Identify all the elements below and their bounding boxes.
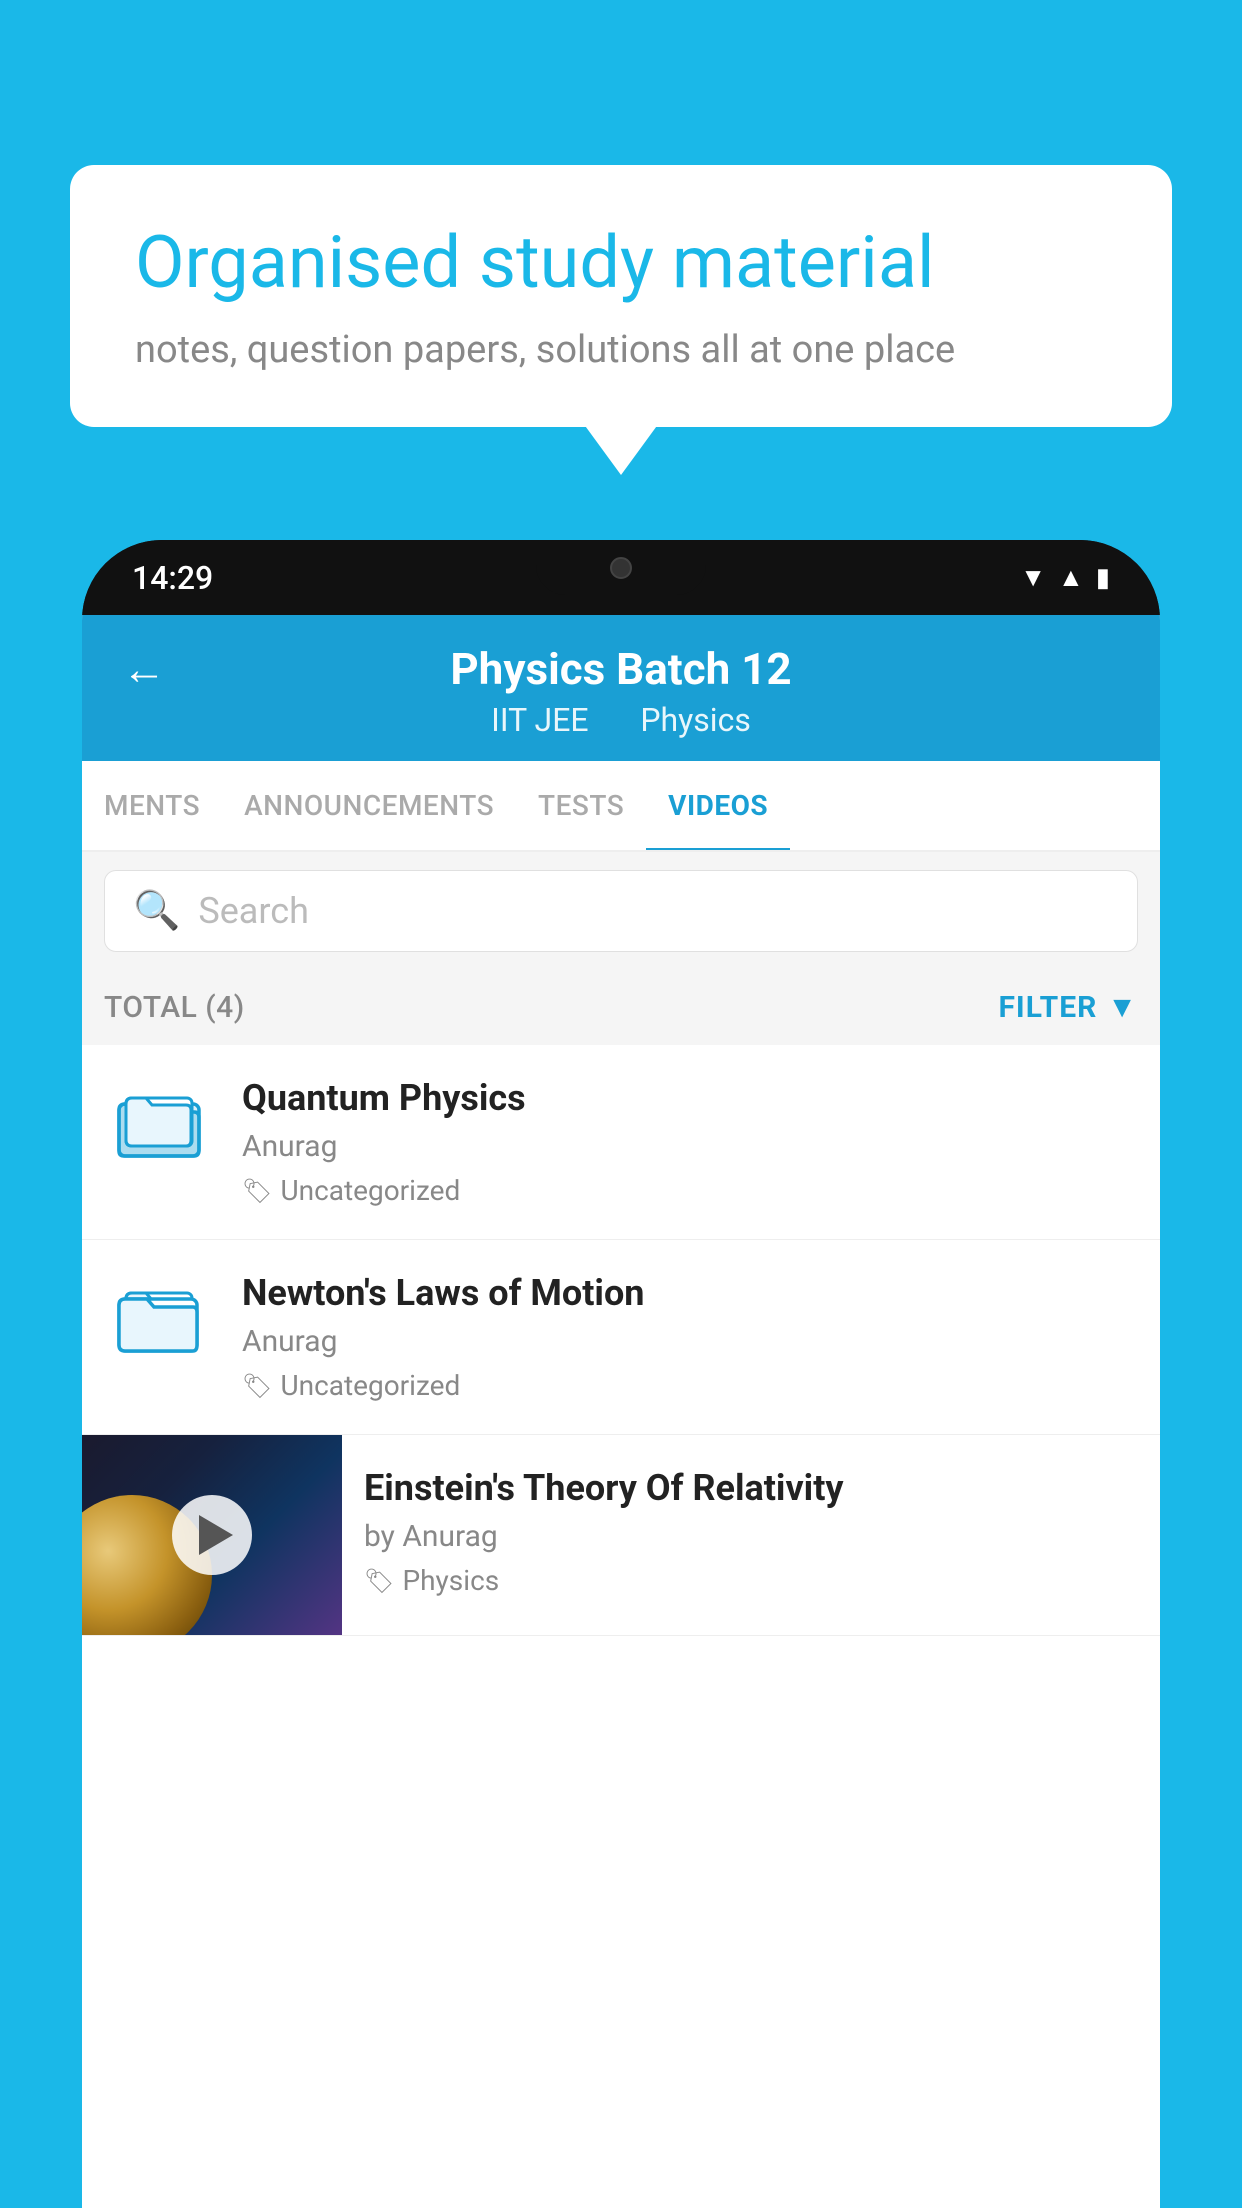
item-author: Anurag [242, 1129, 1138, 1164]
item-info: Quantum Physics Anurag 🏷 Uncategorized [242, 1077, 1138, 1207]
item-tag: 🏷 Uncategorized [242, 1369, 1138, 1402]
speech-bubble-title: Organised study material [135, 220, 1107, 306]
item-tag: 🏷 Uncategorized [242, 1174, 1138, 1207]
phone-status-icons: ▼ ▲ ▮ [1020, 562, 1110, 593]
search-icon: 🔍 [133, 889, 180, 933]
item-title: Quantum Physics [242, 1077, 1138, 1119]
filter-icon: ▼ [1107, 990, 1138, 1025]
batch-title: Physics Batch 12 [450, 643, 791, 695]
header-row: ← Physics Batch 12 [122, 643, 1120, 695]
item-thumbnail [104, 1272, 214, 1362]
speech-bubble-container: Organised study material notes, question… [70, 165, 1172, 427]
item-info: Einstein's Theory Of Relativity by Anura… [342, 1435, 1160, 1629]
speech-bubble-subtitle: notes, question papers, solutions all at… [135, 328, 1107, 372]
play-button[interactable] [172, 1495, 252, 1575]
tag-icon: 🏷 [242, 1177, 272, 1205]
tag-label: Uncategorized [280, 1174, 460, 1207]
phone-time: 14:29 [132, 559, 213, 597]
total-count: TOTAL (4) [104, 990, 245, 1025]
folder-icon [114, 1277, 204, 1357]
item-thumbnail [104, 1077, 214, 1167]
tab-tests[interactable]: TESTS [516, 761, 646, 850]
phone-frame: 14:29 ▼ ▲ ▮ ← Physics Batch 12 IIT JEE P… [82, 540, 1160, 2208]
phone-screen: ← Physics Batch 12 IIT JEE Physics MENTS… [82, 615, 1160, 2208]
item-title: Newton's Laws of Motion [242, 1272, 1138, 1314]
tab-announcements[interactable]: ANNOUNCEMENTS [222, 761, 516, 850]
signal-icon: ▲ [1058, 562, 1084, 593]
tabs-container: MENTS ANNOUNCEMENTS TESTS VIDEOS [82, 761, 1160, 852]
phone-notch [536, 540, 706, 595]
wifi-icon: ▼ [1020, 562, 1046, 593]
filter-label: FILTER [998, 990, 1097, 1025]
app-header: ← Physics Batch 12 IIT JEE Physics [82, 615, 1160, 761]
tag-label: Physics [402, 1564, 499, 1597]
tag-label: Uncategorized [280, 1369, 460, 1402]
tab-videos[interactable]: VIDEOS [646, 761, 790, 850]
item-title: Einstein's Theory Of Relativity [364, 1467, 1138, 1509]
list-item[interactable]: Quantum Physics Anurag 🏷 Uncategorized [82, 1045, 1160, 1240]
item-info: Newton's Laws of Motion Anurag 🏷 Uncateg… [242, 1272, 1138, 1402]
item-author: by Anurag [364, 1519, 1138, 1554]
list-item[interactable]: Einstein's Theory Of Relativity by Anura… [82, 1435, 1160, 1636]
tag-icon: 🏷 [242, 1372, 272, 1400]
phone-camera [610, 557, 632, 579]
subtitle-part1: IIT JEE [491, 701, 588, 739]
battery-icon: ▮ [1096, 563, 1110, 593]
folder-icon [114, 1082, 204, 1162]
tag-icon: 🏷 [364, 1567, 394, 1595]
speech-bubble: Organised study material notes, question… [70, 165, 1172, 427]
play-icon [199, 1515, 233, 1555]
video-thumbnail [82, 1435, 342, 1635]
search-container: 🔍 Search [82, 852, 1160, 970]
filter-button[interactable]: FILTER ▼ [998, 990, 1138, 1025]
item-author: Anurag [242, 1324, 1138, 1359]
subtitle-part2: Physics [640, 701, 751, 739]
tab-ments[interactable]: MENTS [82, 761, 222, 850]
item-tag: 🏷 Physics [364, 1564, 1138, 1597]
video-list: Quantum Physics Anurag 🏷 Uncategorized [82, 1045, 1160, 1636]
back-button[interactable]: ← [122, 643, 166, 695]
status-bar: 14:29 ▼ ▲ ▮ [82, 540, 1160, 615]
search-bar[interactable]: 🔍 Search [104, 870, 1138, 952]
search-placeholder: Search [198, 890, 309, 932]
list-item[interactable]: Newton's Laws of Motion Anurag 🏷 Uncateg… [82, 1240, 1160, 1435]
filter-bar: TOTAL (4) FILTER ▼ [82, 970, 1160, 1045]
header-subtitle: IIT JEE Physics [481, 701, 761, 739]
